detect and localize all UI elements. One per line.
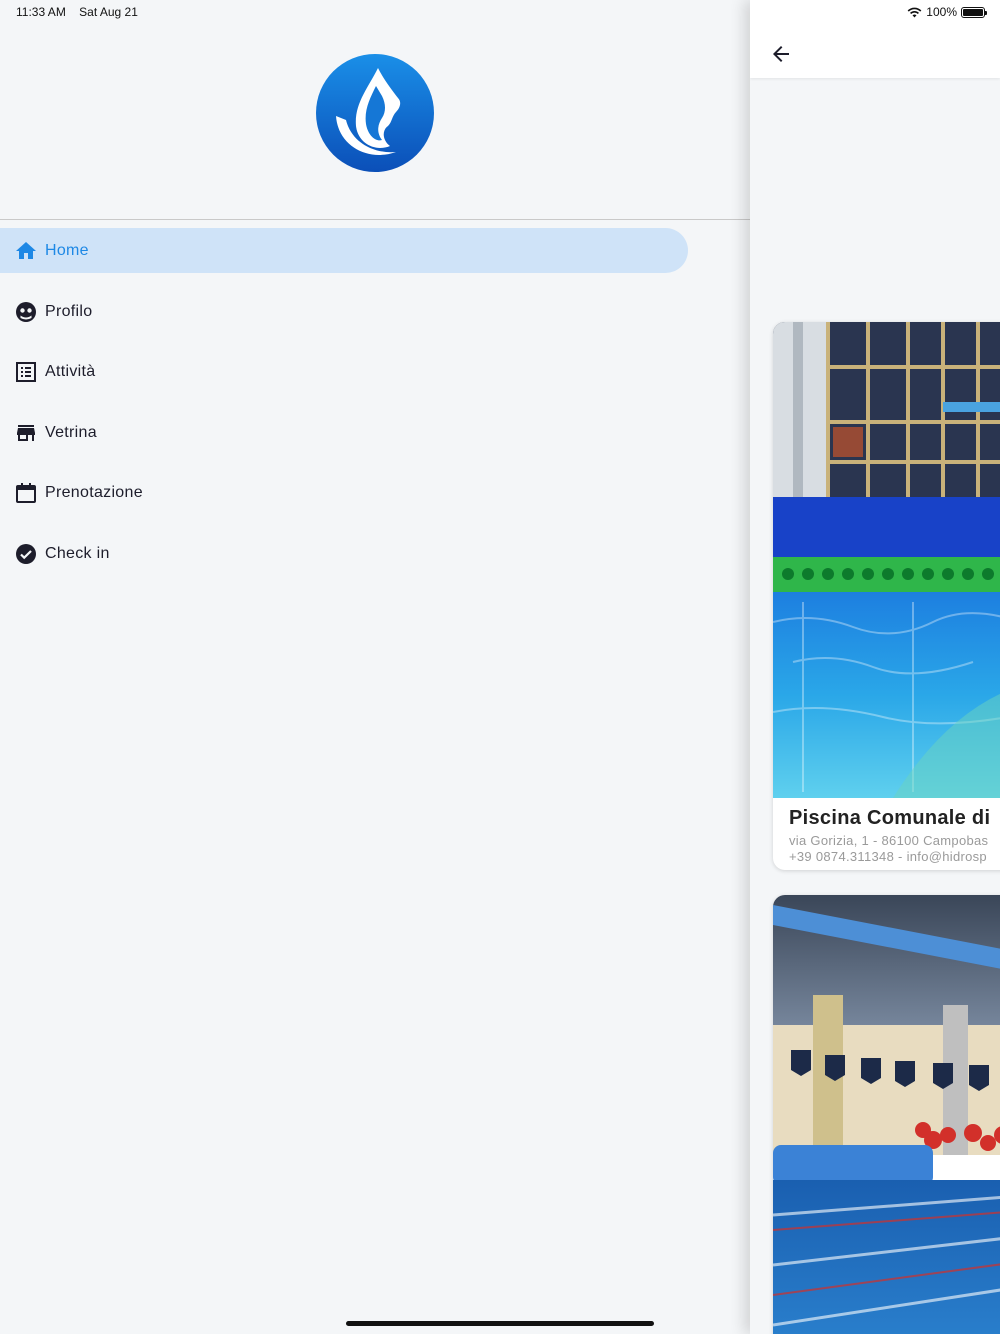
nav-item-profilo[interactable]: Profilo — [0, 289, 688, 334]
home-indicator[interactable] — [346, 1321, 654, 1326]
nav-item-check-in[interactable]: Check in — [0, 531, 688, 576]
main-content: Piscina Comunale di via Gorizia, 1 - 861… — [750, 0, 1000, 1334]
calendar-icon — [16, 483, 36, 503]
outdoor-pool-photo — [773, 322, 1000, 798]
list-icon — [16, 362, 36, 382]
drawer-divider — [0, 219, 750, 220]
nav-item-prenotazione[interactable]: Prenotazione — [0, 470, 688, 515]
navigation-drawer: 11:33 AM Sat Aug 21 Home Profilo Attivit… — [0, 0, 750, 1334]
facility-card[interactable] — [773, 895, 1000, 1334]
card-title: Piscina Comunale di — [789, 807, 991, 829]
arrow-back-icon[interactable] — [769, 42, 793, 66]
store-icon — [17, 425, 35, 441]
facility-card[interactable]: Piscina Comunale di via Gorizia, 1 - 861… — [773, 322, 1000, 870]
card-address: via Gorizia, 1 - 86100 Campobas — [789, 833, 989, 848]
nav-item-attivita[interactable]: Attività — [0, 349, 688, 394]
nav-item-vetrina[interactable]: Vetrina — [0, 410, 688, 455]
status-bar-right: 100% — [907, 5, 987, 19]
face-icon — [16, 302, 36, 322]
nav-item-home[interactable]: Home — [0, 228, 688, 273]
nav-item-label: Vetrina — [45, 423, 97, 441]
battery-icon — [961, 6, 987, 18]
status-bar-left: 11:33 AM Sat Aug 21 — [16, 5, 148, 19]
nav-item-label: Home — [45, 241, 89, 259]
nav-item-label: Check in — [45, 544, 110, 562]
app-logo — [316, 54, 434, 172]
battery-percent: 100% — [926, 5, 957, 19]
nav-item-label: Attività — [45, 362, 96, 380]
card-contact: +39 0874.311348 - info@hidrosp — [789, 849, 987, 864]
status-time: 11:33 AM — [16, 5, 66, 19]
nav-item-label: Profilo — [45, 302, 93, 320]
indoor-pool-photo — [773, 895, 1000, 1334]
home-icon — [16, 242, 36, 259]
check-circle-icon — [16, 544, 36, 564]
status-date: Sat Aug 21 — [79, 5, 138, 19]
wifi-icon — [907, 7, 922, 17]
nav-item-label: Prenotazione — [45, 483, 143, 501]
